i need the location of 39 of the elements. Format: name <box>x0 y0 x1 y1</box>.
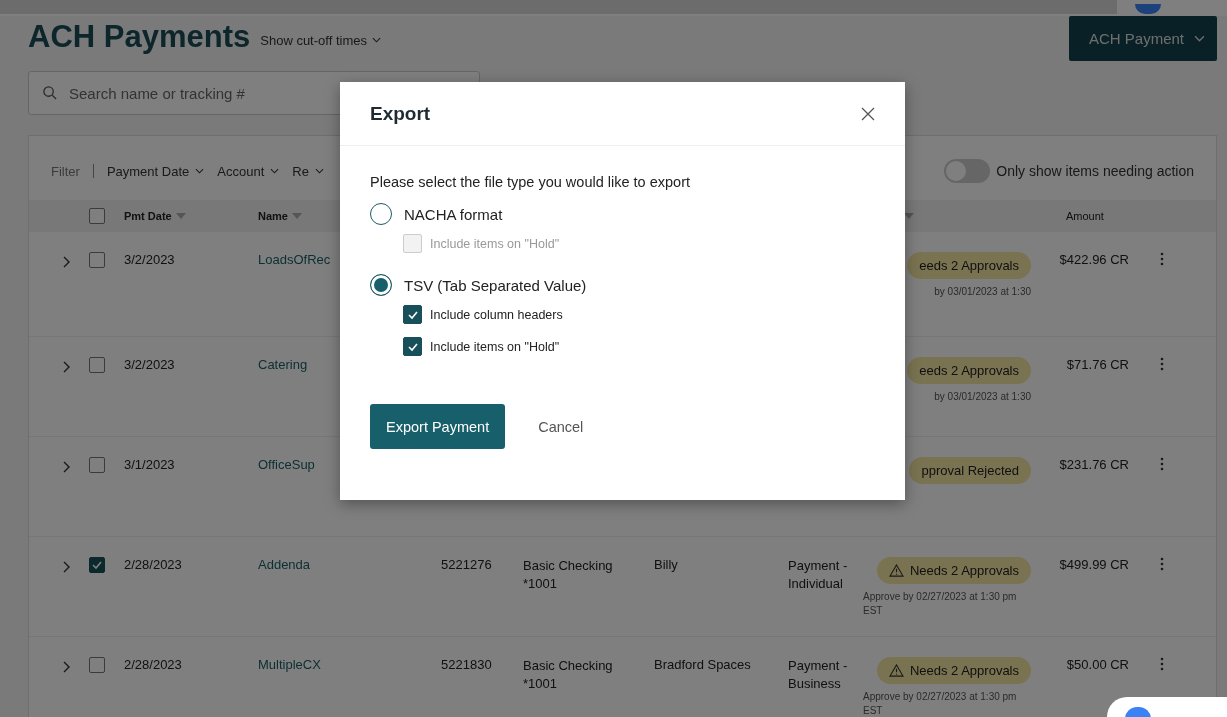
dialog-prompt: Please select the file type you would like to export <box>370 174 691 190</box>
date-cell: 2/28/2023 <box>124 657 182 672</box>
approval-deadline: Approve by 02/27/2023 at 1:30 pm EST <box>863 690 1018 717</box>
status-badge: Needs 2 Approvals <box>876 657 1031 684</box>
approval-deadline: by 03/01/2023 at 1:30 <box>934 285 1031 299</box>
date-cell: 3/2/2023 <box>124 357 175 372</box>
column-label: Amount <box>1066 210 1104 222</box>
type-cell-text: Payment - Individual <box>788 557 849 594</box>
approval-deadline: Approve by 02/27/2023 at 1:30 pm EST <box>863 590 1018 618</box>
radio-label: TSV (Tab Separated Value) <box>404 276 587 294</box>
date-cell: 3/2/2023 <box>124 252 175 267</box>
checkbox-label: Include items on "Hold" <box>430 236 560 251</box>
column-label: Pmt Date <box>124 210 172 222</box>
account-cell-text: Basic Checking *1001 <box>523 557 614 594</box>
approval-deadline: by 03/01/2023 at 1:30 <box>934 390 1031 404</box>
checkbox-label: Include column headers <box>430 307 563 322</box>
amount-cell: $50.00 CR <box>1066 657 1129 672</box>
status-badge: Needs 2 Approvals <box>876 557 1031 584</box>
type-cell-text: Payment - Business <box>788 657 849 694</box>
amount-cell: $499.99 CR <box>1059 557 1129 572</box>
filter-label: Filter <box>51 163 80 179</box>
amount-cell: $422.96 CR <box>1059 252 1129 267</box>
status-badge: eeds 2 Approvals <box>907 357 1031 384</box>
amount-cell: $71.76 CR <box>1066 357 1129 372</box>
amount-cell: $231.76 CR <box>1059 457 1129 472</box>
account-cell-text: Basic Checking *1001 <box>523 657 614 694</box>
date-cell: 2/28/2023 <box>124 557 182 572</box>
page-title: ACH Payments <box>28 19 251 55</box>
date-cell: 3/1/2023 <box>124 457 175 472</box>
radio-label: NACHA format <box>404 205 503 223</box>
tracking-cell: 5221276 <box>441 557 492 572</box>
toggle-label: Only show items needing action <box>996 163 1194 179</box>
status-badge: pproval Rejected <box>909 457 1031 484</box>
status-badge: eeds 2 Approvals <box>907 252 1031 279</box>
checkbox-label: Include items on "Hold" <box>430 339 560 354</box>
recipient-cell: Billy <box>654 557 678 572</box>
column-label: Name <box>258 210 288 222</box>
tracking-cell: 5221830 <box>441 657 492 672</box>
recipient-cell: Bradford Spaces <box>654 657 751 672</box>
